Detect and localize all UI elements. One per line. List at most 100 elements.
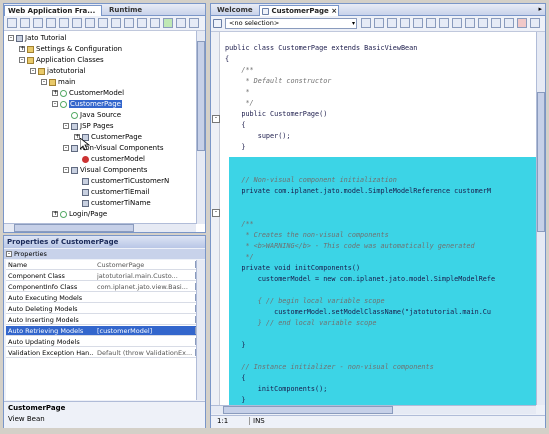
tab-close-icon[interactable]: × bbox=[331, 7, 337, 15]
properties-scrollbar[interactable] bbox=[196, 260, 205, 400]
property-row[interactable]: Auto Retrieving Models [customerModel] bbox=[6, 326, 203, 336]
delete-icon[interactable] bbox=[59, 18, 69, 28]
tree-node-label: Java Source bbox=[80, 111, 122, 119]
tab-web-application-framework[interactable]: Web Application Fra... bbox=[4, 5, 102, 16]
property-value[interactable]: [customerModel] bbox=[97, 326, 193, 336]
tree-node[interactable]: customerModel bbox=[74, 154, 145, 164]
find-previous-icon[interactable] bbox=[374, 18, 384, 28]
tree-node[interactable]: customerTiName bbox=[74, 198, 151, 208]
member-selector[interactable]: <no selection> ▾ bbox=[225, 18, 357, 29]
property-row[interactable]: ComponentInfo Class com.iplanet.jato.view… bbox=[6, 282, 203, 292]
property-row[interactable]: Validation Exception Han... Default (thro… bbox=[6, 348, 203, 358]
step-icon[interactable] bbox=[176, 18, 186, 28]
editor-hscroll-thumb[interactable] bbox=[223, 406, 393, 414]
tree-node[interactable]: + Login/Page bbox=[52, 209, 107, 219]
property-name: Auto Deleting Models bbox=[8, 305, 78, 313]
explorer-tree-hscrollbar[interactable] bbox=[4, 223, 196, 232]
tab-welcome[interactable]: Welcome bbox=[214, 5, 254, 16]
run-icon[interactable] bbox=[163, 18, 173, 28]
explorer-tree-scroll-thumb[interactable] bbox=[197, 41, 205, 151]
next-bookmark-icon[interactable] bbox=[426, 18, 436, 28]
collapse-icon[interactable]: - bbox=[63, 167, 69, 173]
section-collapse-icon[interactable]: - bbox=[6, 251, 12, 257]
editor-vscroll-thumb[interactable] bbox=[537, 92, 545, 232]
shift-left-icon[interactable] bbox=[452, 18, 462, 28]
previous-bookmark-icon[interactable] bbox=[413, 18, 423, 28]
tab-scroll-icon[interactable]: ▸ bbox=[538, 5, 542, 13]
bookmark-icon[interactable] bbox=[400, 18, 410, 28]
tree-node[interactable]: + Settings & Configuration bbox=[19, 44, 122, 54]
tree-node[interactable]: - Visual Components bbox=[63, 165, 147, 175]
expand-icon[interactable]: + bbox=[52, 211, 58, 217]
fold-marker-icon[interactable]: - bbox=[212, 209, 220, 217]
collapse-icon[interactable]: - bbox=[41, 79, 47, 85]
property-row[interactable]: Auto Updating Models bbox=[6, 337, 203, 347]
tree-node[interactable]: - jatotutorial bbox=[30, 66, 86, 76]
start-macro-icon[interactable] bbox=[478, 18, 488, 28]
property-value[interactable]: CustomerPage bbox=[97, 260, 193, 270]
compile-icon[interactable] bbox=[111, 18, 121, 28]
properties-icon[interactable] bbox=[72, 18, 82, 28]
property-row[interactable]: Auto Deleting Models bbox=[6, 304, 203, 314]
copy-icon[interactable] bbox=[33, 18, 43, 28]
find-icon[interactable] bbox=[85, 18, 95, 28]
code-line: customerModel.setModelClassName("jatotut… bbox=[225, 308, 491, 316]
uncomment-icon[interactable] bbox=[517, 18, 527, 28]
chevron-down-icon[interactable]: ▾ bbox=[352, 19, 355, 28]
fold-marker-icon[interactable]: - bbox=[212, 115, 220, 123]
property-row[interactable]: Name CustomerPage bbox=[6, 260, 203, 270]
properties-section-header[interactable]: - Properties bbox=[4, 249, 205, 259]
tree-node[interactable]: - JSP Pages bbox=[63, 121, 114, 131]
code-editor[interactable]: public class CustomerPage extends BasicV… bbox=[211, 32, 536, 405]
stop-icon[interactable] bbox=[189, 18, 199, 28]
collapse-icon[interactable]: - bbox=[30, 68, 36, 74]
tree-node[interactable]: - Application Classes bbox=[19, 55, 104, 65]
new-icon[interactable] bbox=[7, 18, 17, 28]
build-icon[interactable] bbox=[124, 18, 134, 28]
expand-icon[interactable]: + bbox=[52, 90, 58, 96]
property-value[interactable]: Default (throw ValidationEx... bbox=[97, 348, 193, 358]
explorer-tree-scrollbar[interactable] bbox=[196, 31, 205, 224]
insert-mode: INS bbox=[249, 417, 265, 425]
tree-node[interactable]: - CustomerPage bbox=[52, 99, 122, 109]
execute-icon[interactable] bbox=[137, 18, 147, 28]
tree-node[interactable]: Java Source bbox=[63, 110, 121, 120]
java-file-icon bbox=[262, 7, 269, 15]
property-value[interactable]: com.iplanet.jato.view.Basi... bbox=[97, 282, 193, 292]
expand-icon[interactable]: + bbox=[19, 46, 25, 52]
cut-icon[interactable] bbox=[20, 18, 30, 28]
stop-macro-icon[interactable] bbox=[491, 18, 501, 28]
tree-node[interactable]: customerTiEmail bbox=[74, 187, 149, 197]
up-icon[interactable] bbox=[98, 18, 108, 28]
paste-icon[interactable] bbox=[46, 18, 56, 28]
property-row[interactable]: Auto Inserting Models bbox=[6, 315, 203, 325]
options-icon[interactable] bbox=[530, 18, 540, 28]
tree-node[interactable]: - Non-Visual Components bbox=[63, 143, 163, 153]
toggle-highlight-icon[interactable] bbox=[439, 18, 449, 28]
tree-node[interactable]: - Jato Tutorial bbox=[8, 33, 66, 43]
collapse-icon[interactable]: - bbox=[63, 145, 69, 151]
shift-right-icon[interactable] bbox=[465, 18, 475, 28]
tree-node[interactable]: customerTiCustomerN bbox=[74, 176, 169, 186]
code-line: public CustomerPage() bbox=[225, 110, 328, 118]
find-icon[interactable] bbox=[361, 18, 371, 28]
comment-icon[interactable] bbox=[504, 18, 514, 28]
debug-icon[interactable] bbox=[150, 18, 160, 28]
tree-node[interactable]: + CustomerModel bbox=[52, 88, 124, 98]
collapse-icon[interactable]: - bbox=[19, 57, 25, 63]
explorer-tree-hscroll-thumb[interactable] bbox=[14, 224, 134, 232]
property-row[interactable]: Auto Executing Models bbox=[6, 293, 203, 303]
find-next-icon[interactable] bbox=[387, 18, 397, 28]
code-line: public class CustomerPage extends BasicV… bbox=[225, 44, 418, 52]
property-row[interactable]: Component Class jatotutorial.main.Custo..… bbox=[6, 271, 203, 281]
collapse-icon[interactable]: - bbox=[63, 123, 69, 129]
code-line: * bbox=[225, 88, 250, 96]
tab-customerpage[interactable]: CustomerPage × bbox=[259, 5, 339, 16]
editor-vscrollbar[interactable] bbox=[536, 32, 545, 405]
tab-runtime[interactable]: Runtime bbox=[106, 5, 145, 16]
tree-node[interactable]: - main bbox=[41, 77, 76, 87]
editor-hscrollbar[interactable] bbox=[211, 405, 536, 414]
collapse-icon[interactable]: - bbox=[8, 35, 14, 41]
property-value[interactable]: jatotutorial.main.Custo... bbox=[97, 271, 193, 281]
collapse-icon[interactable]: - bbox=[52, 101, 58, 107]
